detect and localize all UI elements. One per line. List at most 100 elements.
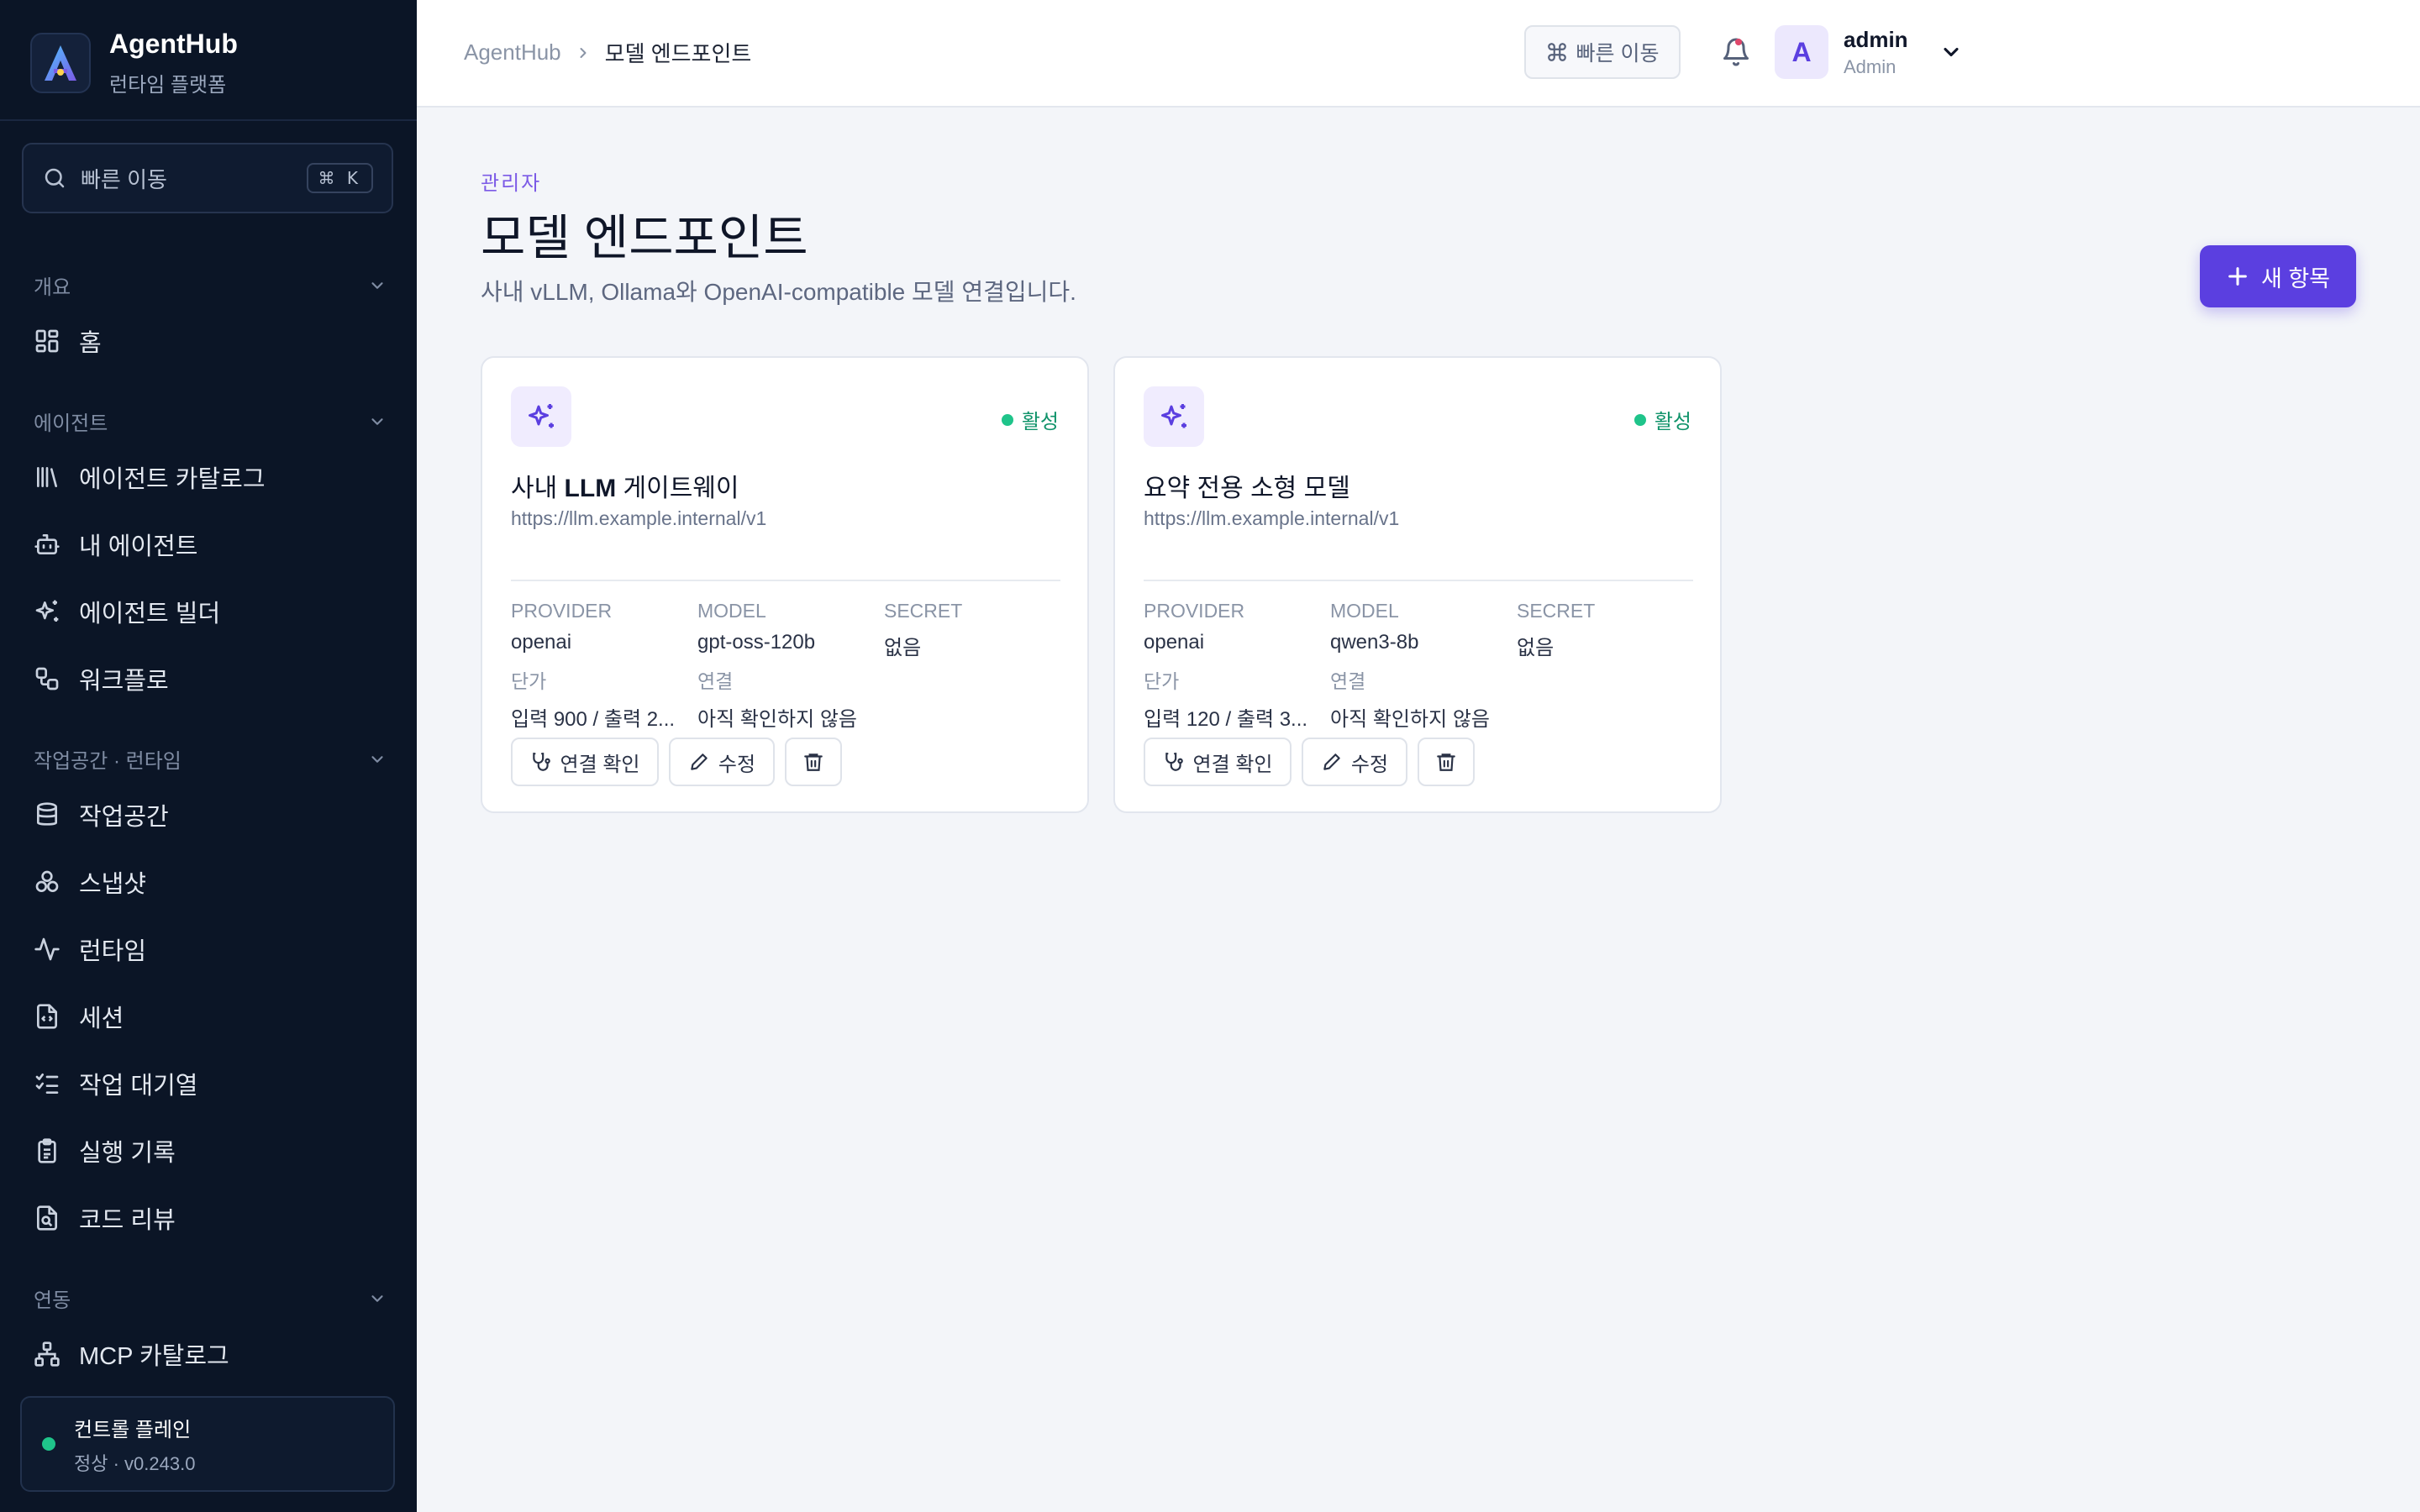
title-bold: LLM xyxy=(564,475,617,502)
clipboard-icon xyxy=(38,1138,56,1163)
meta-model: MODEL gpt-oss-120b xyxy=(697,600,876,654)
meta-key: MODEL xyxy=(1330,600,1399,622)
delete-button[interactable] xyxy=(785,738,842,786)
group-integrations[interactable]: 연동 xyxy=(34,1284,387,1313)
network-icon xyxy=(34,1341,60,1367)
trash-icon xyxy=(1437,753,1455,771)
sidebar-item-mcp-catalog[interactable]: MCP 카탈로그 xyxy=(34,1331,229,1378)
status-title: 컨트롤 플레인 xyxy=(74,1418,192,1441)
sidebar-item-label: 스냅샷 xyxy=(79,871,147,898)
group-workspace-runtime[interactable]: 작업공간 · 런타임 xyxy=(34,744,387,774)
app-subtitle: 런타임 플랫폼 xyxy=(109,74,227,97)
avatar[interactable]: A xyxy=(1775,25,1828,79)
plus-icon xyxy=(2228,267,2247,286)
sidebar-item-runtime[interactable]: 런타임 xyxy=(34,926,146,973)
search-icon xyxy=(45,168,65,188)
status-badge: 활성 xyxy=(1634,405,1691,434)
status-badge: 활성 xyxy=(1001,405,1059,434)
sidebar-item-workflow[interactable]: 워크플로 xyxy=(34,655,169,702)
sparkles-icon xyxy=(35,600,59,622)
library-icon xyxy=(37,467,57,487)
meta-key: 연결 xyxy=(697,670,734,692)
test-connection-button[interactable]: 연결 확인 xyxy=(511,738,659,786)
group-overview[interactable]: 개요 xyxy=(34,270,387,300)
title-part: 사내 xyxy=(511,475,565,502)
status-label: 활성 xyxy=(1654,411,1691,433)
quick-jump-button[interactable]: 빠른 이동 xyxy=(1524,25,1681,79)
sidebar-item-my-agents[interactable]: 내 에이전트 xyxy=(34,521,197,568)
breadcrumb-root[interactable]: AgentHub xyxy=(464,39,561,66)
title-part: 요약 전용 소형 모델 xyxy=(1144,475,1350,502)
activity-icon xyxy=(34,937,60,961)
agenthub-logo-icon xyxy=(30,33,91,93)
sidebar-item-code-review[interactable]: 코드 리뷰 xyxy=(34,1194,176,1242)
boxes-icon xyxy=(35,870,59,892)
chevron-down-icon[interactable] xyxy=(1939,40,1963,64)
trash-icon xyxy=(804,753,823,771)
meta-key: PROVIDER xyxy=(1144,600,1245,622)
group-label: 개요 xyxy=(34,276,71,299)
stethoscope-icon xyxy=(532,753,550,771)
app-name: AgentHub xyxy=(109,29,238,59)
card-divider xyxy=(511,580,1060,581)
sidebar-item-sessions[interactable]: 세션 xyxy=(34,993,124,1040)
page-title: 모델 엔드포인트 xyxy=(481,211,808,265)
chevron-right-icon xyxy=(580,47,587,58)
meta-value: 아직 확인하지 않음 xyxy=(1330,708,1490,731)
sidebar-search[interactable]: 빠른 이동 ⌘ K xyxy=(22,143,393,213)
topbar: AgentHub 모델 엔드포인트 xyxy=(417,0,2420,108)
sidebar-item-task-queue[interactable]: 작업 대기열 xyxy=(34,1060,197,1107)
user-menu[interactable]: admin Admin xyxy=(1844,27,1908,78)
group-agents[interactable]: 에이전트 xyxy=(34,407,387,436)
workflow-icon xyxy=(35,667,59,690)
sidebar-item-agent-builder[interactable]: 에이전트 빌더 xyxy=(34,588,220,635)
breadcrumb: AgentHub 모델 엔드포인트 xyxy=(464,37,751,68)
meta-value: openai xyxy=(1144,631,1205,654)
edit-button[interactable]: 수정 xyxy=(1302,738,1407,786)
status-dot xyxy=(42,1437,55,1451)
meta-value: gpt-oss-120b xyxy=(697,631,816,654)
meta-key: MODEL xyxy=(697,600,766,622)
list-checks-icon xyxy=(35,1074,59,1094)
sidebar-item-label: 실행 기록 xyxy=(79,1140,176,1167)
chevron-down-icon xyxy=(371,1294,383,1302)
control-plane-status[interactable]: 컨트롤 플레인 정상 · v0.243.0 xyxy=(20,1396,395,1492)
endpoint-card: 활성 사내 LLM 게이트웨이 https://llm.example.inte… xyxy=(481,356,1089,813)
sidebar-item-label: 런타임 xyxy=(79,938,147,965)
sidebar-item-snapshot[interactable]: 스냅샷 xyxy=(34,858,146,906)
test-connection-button[interactable]: 연결 확인 xyxy=(1144,738,1292,786)
meta-value: 아직 확인하지 않음 xyxy=(697,708,857,731)
user-name: admin xyxy=(1844,27,1908,52)
endpoint-title: 요약 전용 소형 모델 xyxy=(1144,467,1350,504)
meta-value: 입력 900 / 출력 2... xyxy=(511,708,676,731)
meta-key: 단가 xyxy=(1144,670,1180,692)
status-dot xyxy=(1001,413,1013,426)
brand[interactable]: AgentHub 런타임 플랫폼 xyxy=(30,29,238,97)
card-divider xyxy=(1144,580,1693,581)
meta-connection: 연결 아직 확인하지 않음 xyxy=(697,665,950,732)
sidebar-item-label: 에이전트 빌더 xyxy=(79,601,221,627)
chevron-down-icon xyxy=(371,755,383,763)
meta-value: qwen3-8b xyxy=(1330,631,1419,654)
dashboard-icon xyxy=(35,329,59,353)
edit-button[interactable]: 수정 xyxy=(669,738,775,786)
sidebar-item-home[interactable]: 홈 xyxy=(34,318,102,365)
quick-jump-label: 빠른 이동 xyxy=(1576,42,1660,66)
stethoscope-icon xyxy=(1165,753,1183,771)
sidebar-item-workspace[interactable]: 작업공간 xyxy=(34,791,169,838)
chevron-down-icon xyxy=(371,281,383,289)
endpoint-url: https://llm.example.internal/v1 xyxy=(1144,507,1400,529)
status-label: 활성 xyxy=(1021,411,1059,433)
meta-price: 단가 입력 900 / 출력 2... xyxy=(511,665,689,732)
sparkles-icon xyxy=(1144,386,1204,447)
sidebar-item-agent-catalog[interactable]: 에이전트 카탈로그 xyxy=(34,454,266,501)
sidebar-item-run-history[interactable]: 실행 기록 xyxy=(34,1127,176,1174)
new-item-button[interactable]: 새 항목 xyxy=(2200,245,2356,307)
meta-price: 단가 입력 120 / 출력 3... xyxy=(1144,665,1322,732)
delete-button[interactable] xyxy=(1418,738,1475,786)
sidebar: AgentHub 런타임 플랫폼 빠른 이동 ⌘ K 개요 홈 에이전트 에이전… xyxy=(0,0,417,1512)
test-connection-label: 연결 확인 xyxy=(1192,753,1273,776)
page-subtitle: 사내 vLLM, Ollama와 OpenAI-compatible 모델 연결… xyxy=(481,279,1076,305)
new-item-label: 새 항목 xyxy=(2260,265,2331,291)
database-icon xyxy=(37,802,57,826)
